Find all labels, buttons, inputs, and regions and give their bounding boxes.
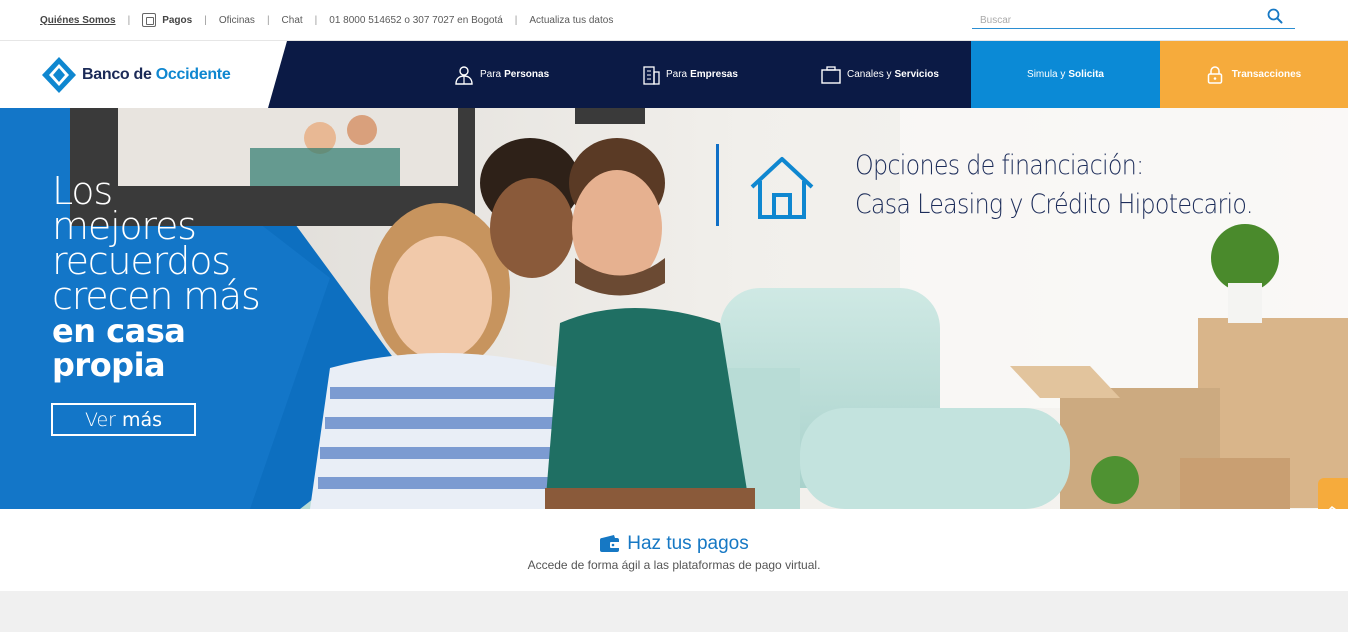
link-pagos-label: Pagos bbox=[162, 14, 193, 26]
nav-canales-pre: Canales y bbox=[847, 69, 892, 80]
hero-headline-light: Los mejores recuerdos crecen más bbox=[52, 169, 261, 318]
nav-personas-bold: Personas bbox=[504, 69, 550, 80]
link-chat[interactable]: Chat bbox=[282, 15, 303, 26]
lock-icon bbox=[1207, 65, 1222, 84]
logo-area: Banco de Occidente bbox=[0, 41, 300, 108]
pagos-icon bbox=[142, 13, 157, 27]
separator: | bbox=[127, 14, 131, 26]
hero-banner[interactable]: Los mejores recuerdos crecen más en casa… bbox=[0, 108, 1348, 509]
nav-canales-servicios[interactable]: Canales y Servicios bbox=[821, 41, 939, 108]
search-icon[interactable] bbox=[1267, 8, 1283, 24]
nav-transacciones-label: Transacciones bbox=[1231, 69, 1302, 80]
link-actualiza-datos[interactable]: Actualiza tus datos bbox=[529, 15, 613, 26]
search-box bbox=[972, 8, 1295, 29]
hero-headline: Los mejores recuerdos crecen más en casa… bbox=[52, 169, 261, 384]
nav-simula-bold: Solicita bbox=[1068, 69, 1104, 80]
ver-mas-pre: Ver bbox=[84, 408, 116, 431]
nav-personas-pre: Para bbox=[480, 69, 502, 80]
separator: | bbox=[266, 14, 270, 26]
utility-bar: Quiénes Somos | Pagos | Oficinas | Chat … bbox=[0, 0, 1348, 41]
house-icon bbox=[750, 157, 814, 219]
link-pagos[interactable]: Pagos bbox=[142, 13, 192, 27]
link-oficinas[interactable]: Oficinas bbox=[219, 15, 255, 26]
hero-headline-bold: en casa propia bbox=[52, 312, 186, 384]
promo-line-1: Opciones de financiación: bbox=[855, 150, 1144, 181]
nav-transacciones[interactable]: Transacciones bbox=[1160, 41, 1348, 108]
main-nav: Banco de Occidente Para Personas Para Empr… bbox=[0, 41, 1348, 108]
nav-para-empresas[interactable]: Para Empresas bbox=[642, 41, 738, 108]
ver-mas-bold: más bbox=[121, 408, 163, 431]
utility-links: Quiénes Somos | Pagos | Oficinas | Chat … bbox=[40, 13, 613, 27]
search-input[interactable] bbox=[972, 8, 1252, 28]
payments-title-label: Haz tus pagos bbox=[627, 533, 749, 554]
ver-mas-button[interactable]: Ver más bbox=[51, 403, 196, 436]
link-quienes-somos[interactable]: Quiénes Somos bbox=[40, 15, 116, 26]
nav-para-personas[interactable]: Para Personas bbox=[454, 41, 549, 108]
logo-text-part1: Banco de bbox=[82, 66, 156, 83]
nav-canales-bold: Servicios bbox=[894, 69, 939, 80]
logo-text-part2: Occidente bbox=[155, 66, 231, 83]
logo-mark-icon bbox=[42, 57, 76, 93]
payments-subtitle: Accede de forma ágil a las plataformas d… bbox=[527, 558, 821, 572]
separator: | bbox=[314, 14, 318, 26]
nav-empresas-bold: Empresas bbox=[690, 69, 738, 80]
footer-band bbox=[0, 591, 1348, 632]
promo-line-2: Casa Leasing y Crédito Hipotecario. bbox=[855, 189, 1253, 220]
briefcase-icon bbox=[821, 65, 841, 84]
nav-simula-solicita[interactable]: Simula y Solicita bbox=[971, 41, 1160, 108]
building-icon bbox=[643, 65, 660, 85]
payments-title[interactable]: Haz tus pagos bbox=[0, 533, 1348, 555]
bank-logo[interactable]: Banco de Occidente bbox=[42, 57, 231, 93]
separator: | bbox=[514, 14, 518, 26]
nav-simula-pre: Simula y bbox=[1027, 69, 1066, 80]
person-icon bbox=[455, 65, 473, 85]
payments-section: Haz tus pagos Accede de forma ágil a las… bbox=[0, 509, 1348, 591]
phone-numbers: 01 8000 514652 o 307 7027 en Bogotá bbox=[329, 14, 503, 26]
logo-text: Banco de Occidente bbox=[82, 66, 231, 84]
wallet-icon bbox=[600, 535, 621, 552]
separator: | bbox=[204, 14, 207, 26]
nav-empresas-pre: Para bbox=[666, 69, 688, 80]
promo-divider bbox=[716, 144, 719, 226]
promo-text: Opciones de financiación: Casa Leasing y… bbox=[855, 146, 1253, 224]
